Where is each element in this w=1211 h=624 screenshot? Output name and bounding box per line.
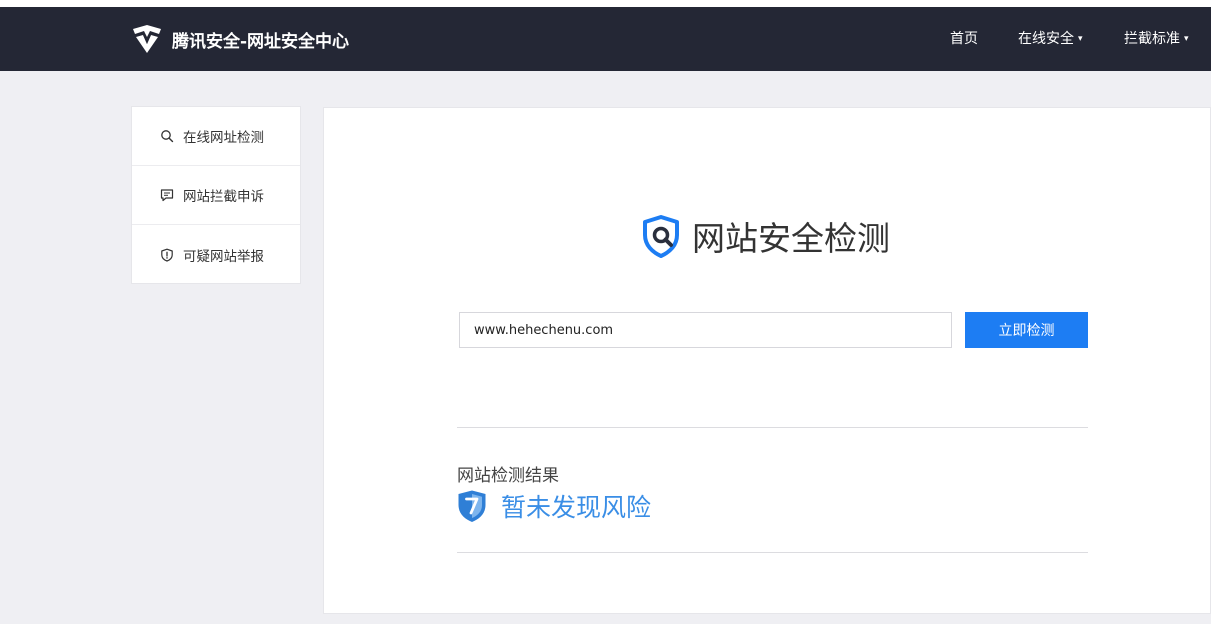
sidebar-item-label: 可疑网站举报 [183,248,264,265]
shield-check-icon [458,490,486,522]
result-status: 暂未发现风险 [457,488,651,524]
hero-heading: 网站安全检测 [638,212,890,260]
brand[interactable]: 腾讯安全-网址安全中心 [130,22,349,56]
page-title: 网站安全检测 [692,219,890,258]
search-icon [161,130,174,143]
sidebar: 在线网址检测 网站拦截申诉 可疑网站举报 [131,106,301,284]
nav-block-standards-label: 拦截标准 [1124,31,1180,47]
chevron-down-icon: ▾ [1078,34,1083,44]
divider [457,552,1088,553]
nav-block-standards[interactable]: 拦截标准 ▾ [1124,29,1189,49]
chat-icon [160,189,174,202]
divider [457,427,1088,428]
sidebar-item-label: 在线网址检测 [183,130,264,146]
shield-alert-icon [161,248,173,262]
shield-search-icon [643,215,679,258]
nav-home-label: 首页 [950,31,978,47]
sidebar-item-report[interactable]: 可疑网站举报 [132,225,300,284]
tencent-security-logo-icon [133,25,161,53]
window-top-strip [0,0,1211,7]
result-status-text: 暂未发现风险 [501,493,652,522]
nav-home[interactable]: 首页 [950,29,978,49]
sidebar-item-url-check[interactable]: 在线网址检测 [132,107,300,166]
chevron-down-icon: ▾ [1184,34,1189,44]
top-navbar: 腾讯安全-网址安全中心 首页 在线安全 ▾ 拦截标准 ▾ [0,7,1211,71]
brand-title: 腾讯安全-网址安全中心 [172,31,350,52]
result-label: 网站检测结果 [457,466,559,486]
check-now-button[interactable]: 立即检测 [965,312,1088,348]
main-panel: 网站安全检测 立即检测 网站检测结果 暂未发现风险 [323,107,1211,614]
sidebar-item-appeal[interactable]: 网站拦截申诉 [132,166,300,225]
url-input[interactable] [459,312,952,348]
sidebar-item-label: 网站拦截申诉 [183,189,264,205]
nav-online-security-label: 在线安全 [1018,31,1074,47]
nav-online-security[interactable]: 在线安全 ▾ [1018,29,1083,49]
